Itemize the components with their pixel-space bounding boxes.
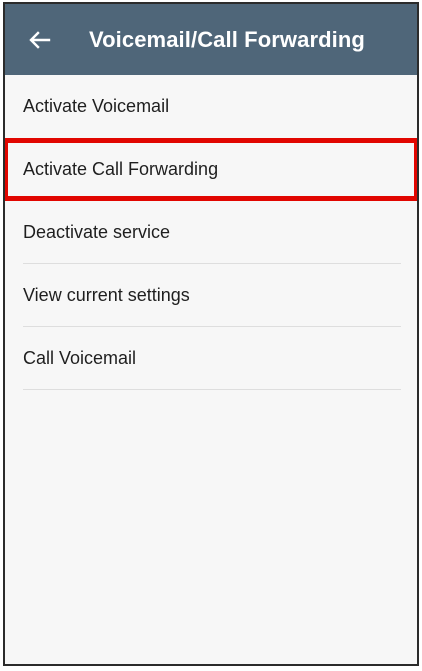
menu-item-view-current-settings[interactable]: View current settings [5, 264, 417, 327]
menu-list: Activate Voicemail Activate Call Forward… [5, 75, 417, 390]
menu-item-call-voicemail[interactable]: Call Voicemail [5, 327, 417, 390]
page-title: Voicemail/Call Forwarding [89, 26, 365, 52]
phone-screen: Voicemail/Call Forwarding Activate Voice… [3, 2, 419, 666]
menu-item-label: Activate Voicemail [23, 96, 170, 116]
menu-item-label: Call Voicemail [23, 348, 137, 368]
app-bar: Voicemail/Call Forwarding [5, 4, 417, 75]
menu-item-activate-voicemail[interactable]: Activate Voicemail [5, 75, 417, 138]
menu-item-label: Deactivate service [23, 222, 171, 242]
arrow-left-icon [29, 30, 51, 49]
back-button[interactable] [13, 4, 67, 75]
menu-item-deactivate-service[interactable]: Deactivate service [5, 201, 417, 264]
divider [23, 389, 401, 390]
menu-item-label: Activate Call Forwarding [23, 159, 219, 179]
menu-item-label: View current settings [23, 285, 190, 305]
menu-item-activate-call-forwarding[interactable]: Activate Call Forwarding [5, 138, 417, 201]
